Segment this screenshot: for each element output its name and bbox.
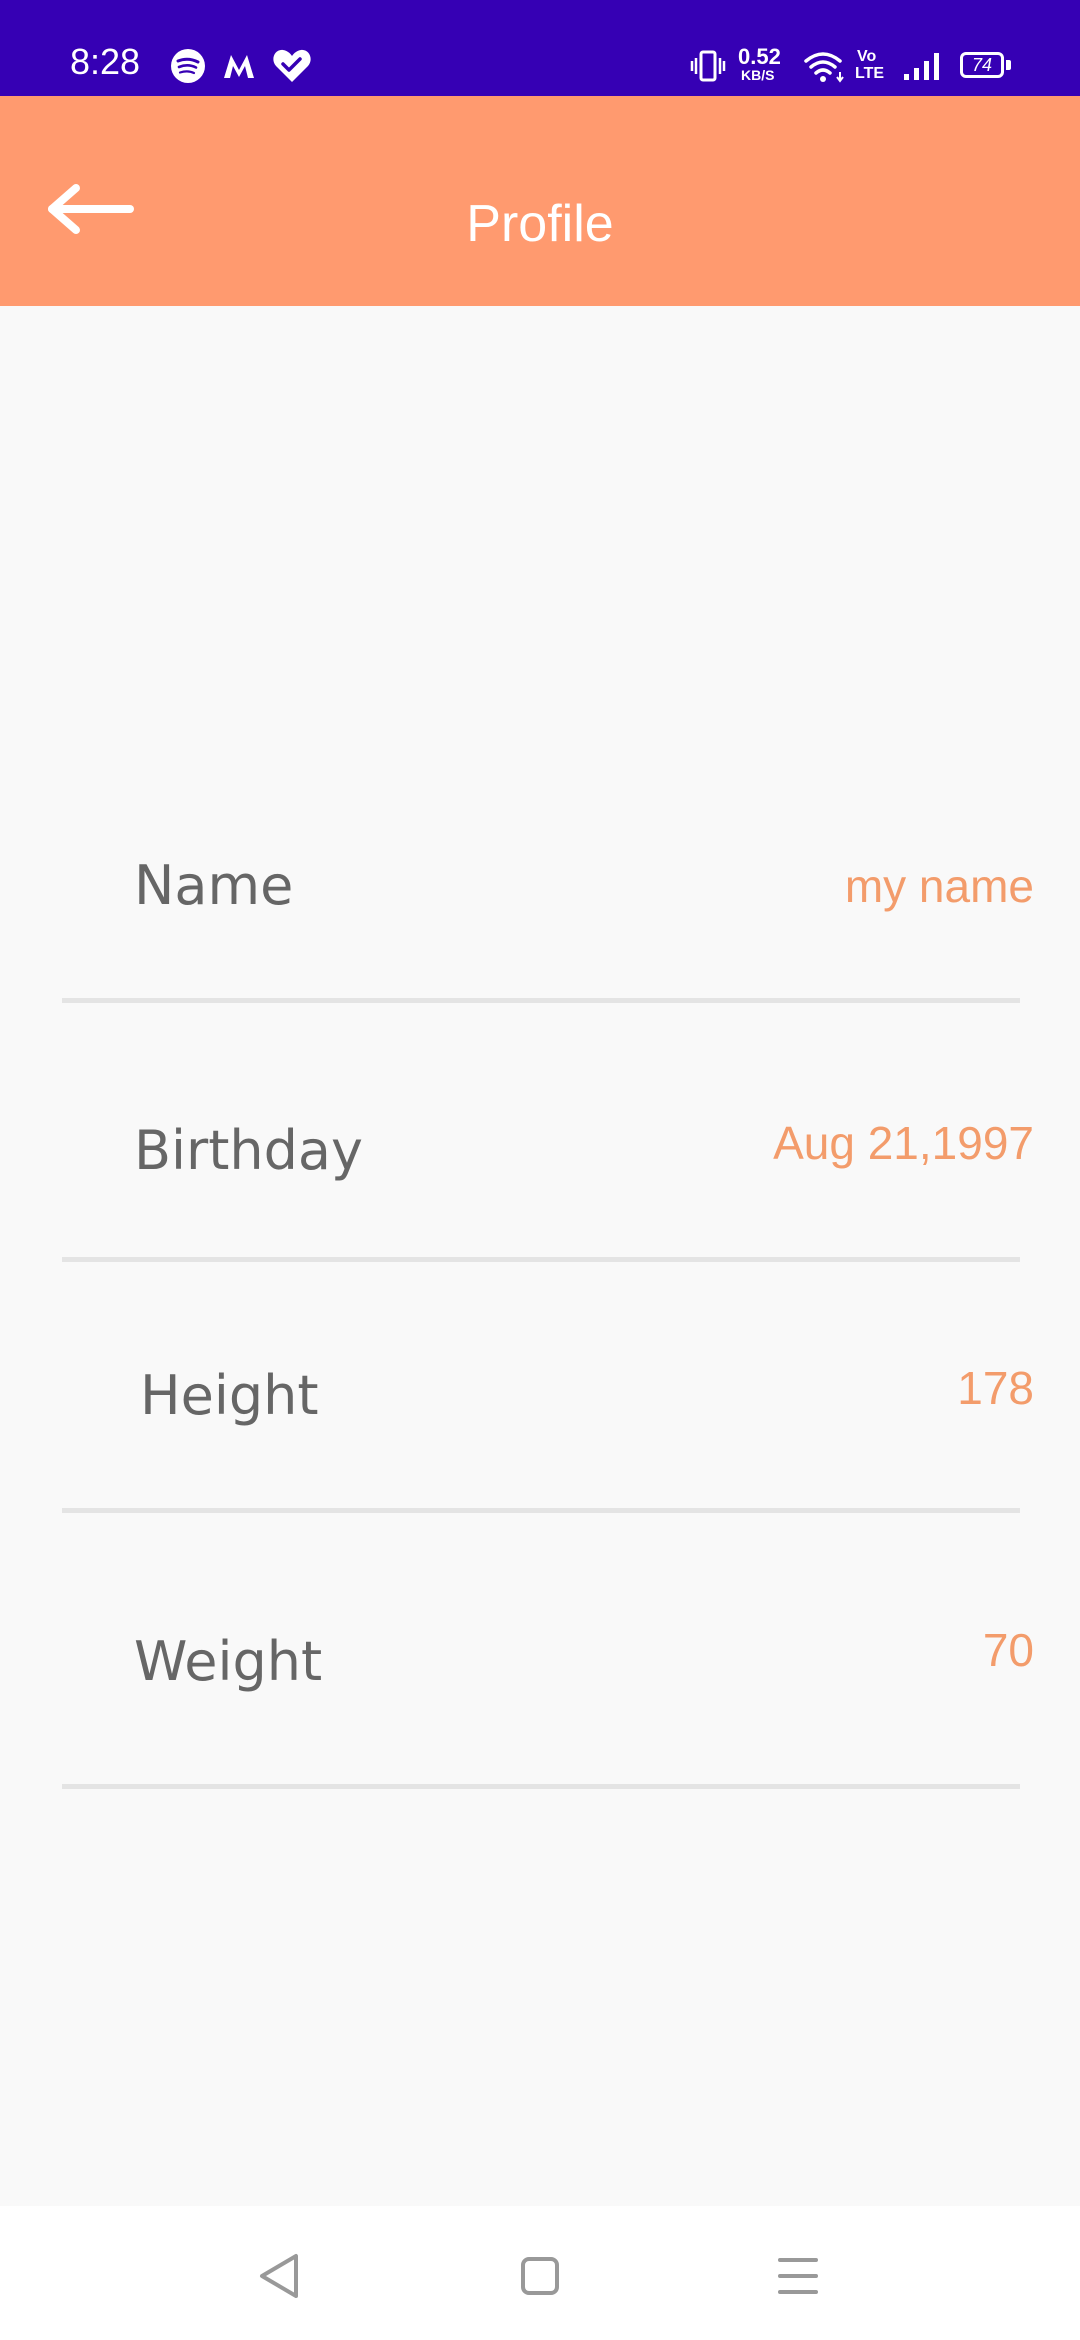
battery-tip: [1006, 60, 1011, 70]
profile-row-height[interactable]: Height 178: [0, 1362, 1080, 1566]
profile-row-birthday[interactable]: Birthday Aug 21,1997: [0, 1117, 1080, 1321]
row-label: Name: [134, 854, 294, 917]
health-heart-icon: [273, 49, 311, 82]
row-label: Birthday: [134, 1119, 363, 1182]
lte-label: LTE: [855, 65, 885, 82]
profile-row-name[interactable]: Name my name: [0, 856, 1080, 1056]
page-title: Profile: [466, 195, 614, 253]
row-label: Height: [140, 1364, 319, 1427]
app-bar: Profile: [0, 96, 1080, 306]
network-speed-unit: KB/S: [741, 67, 775, 83]
nav-home-button[interactable]: [500, 2236, 580, 2316]
volte-label: Vo: [857, 48, 877, 65]
back-triangle-icon: [260, 2254, 298, 2298]
vibrate-icon: [690, 50, 726, 82]
row-label: Weight: [134, 1630, 323, 1693]
wifi-icon: [804, 52, 844, 83]
battery-icon: 74: [960, 52, 1004, 78]
status-time: 8:28: [70, 41, 141, 82]
network-speed-value: 0.52: [738, 44, 781, 69]
divider: [62, 1784, 1020, 1789]
divider: [62, 1257, 1020, 1262]
divider: [62, 1508, 1020, 1513]
battery-level: 74: [971, 55, 993, 75]
system-nav-bar: [0, 2206, 1080, 2340]
profile-row-weight[interactable]: Weight 70: [0, 1624, 1080, 1832]
home-square-icon: [521, 2257, 559, 2295]
row-value: 70: [982, 1624, 1034, 1676]
row-value: Aug 21,1997: [773, 1117, 1034, 1169]
spotify-icon: [171, 49, 205, 83]
divider: [62, 998, 1020, 1003]
myntra-icon: [224, 55, 254, 78]
recents-menu-icon: [778, 2258, 818, 2294]
nav-recents-button[interactable]: [758, 2236, 838, 2316]
nav-back-button[interactable]: [240, 2236, 320, 2316]
signal-icon: [904, 53, 939, 80]
row-value: my name: [844, 860, 1034, 912]
row-value: 178: [957, 1362, 1034, 1414]
status-bar: 8:28 0.52 KB/S Vo LTE 74: [0, 0, 1080, 96]
